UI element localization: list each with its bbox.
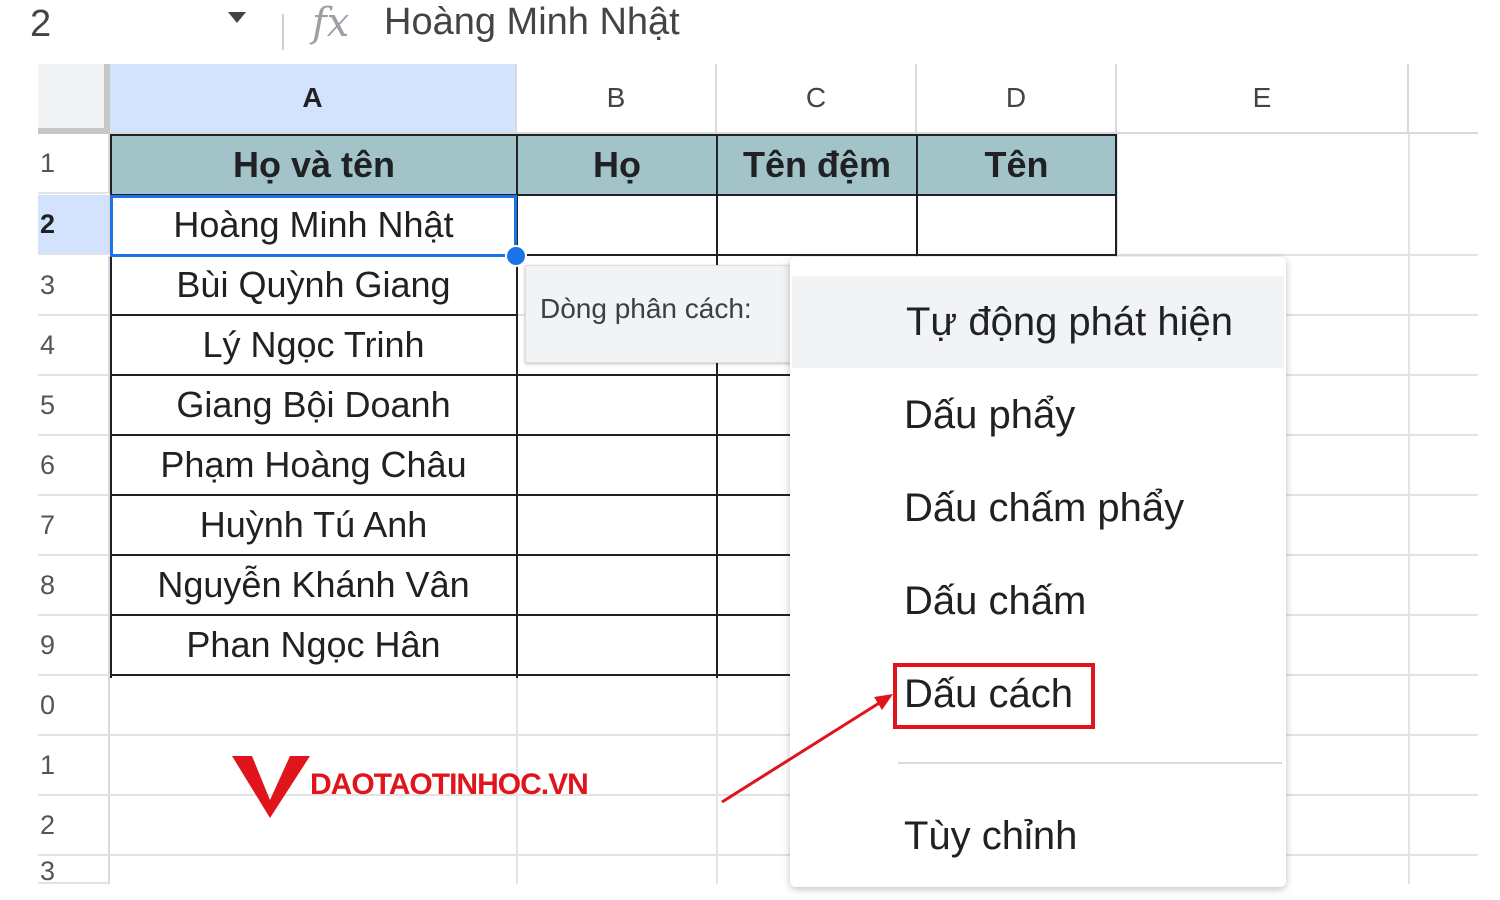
column-header-d[interactable]: D [917,64,1117,134]
row-header[interactable]: 8 [38,556,110,616]
formula-input[interactable]: Hoàng Minh Nhật [384,0,680,44]
name-cell[interactable]: Phan Ngọc Hân [110,616,517,674]
row-header[interactable]: 3 [38,256,110,316]
brand-logo-text: DAOTAOTINHOC.VN [310,768,589,801]
annotation-highlight-box [893,663,1095,729]
name-cell[interactable]: Nguyễn Khánh Vân [110,556,517,614]
row-header[interactable]: 1 [38,134,110,194]
header-cell-given-name[interactable]: Tên [916,134,1117,196]
row-header[interactable]: 1 [38,736,110,796]
menu-item-auto-detect[interactable]: Tự động phát hiện [792,276,1284,368]
name-cell[interactable]: Phạm Hoàng Châu [110,436,517,494]
divider [282,14,284,50]
row-header[interactable]: 5 [38,376,110,436]
row-header[interactable]: 3 [38,856,110,884]
row-header[interactable]: 4 [38,316,110,376]
menu-item-period[interactable]: Dấu chấm [790,555,1286,647]
separator-label: Dòng phân cách: [540,293,752,324]
table-border [1115,194,1117,256]
chevron-down-icon[interactable] [228,12,246,23]
fx-icon: fx [312,0,350,46]
column-header-a[interactable]: A [110,64,517,134]
menu-item-custom[interactable]: Tùy chỉnh [790,790,1286,882]
formula-bar [0,0,1500,62]
column-header-f[interactable] [1409,64,1478,134]
fill-handle[interactable] [505,245,527,267]
row-header[interactable]: 2 [38,195,110,255]
column-header-e[interactable]: E [1117,64,1409,134]
cell-selection [110,195,517,257]
row-header[interactable]: 6 [38,436,110,496]
column-header-b[interactable]: B [517,64,717,134]
menu-divider [898,762,1282,764]
header-cell-middle-name[interactable]: Tên đệm [716,134,918,196]
table-border [516,254,1117,256]
name-cell[interactable]: Huỳnh Tú Anh [110,496,517,554]
table-border [110,674,790,676]
select-all-corner[interactable] [38,64,110,134]
name-cell[interactable]: Giang Bội Doanh [110,376,517,434]
name-cell[interactable]: Bùi Quỳnh Giang [110,256,517,314]
column-header-c[interactable]: C [717,64,917,134]
row-header[interactable]: 9 [38,616,110,676]
menu-item-comma[interactable]: Dấu phẩy [790,369,1286,461]
menu-item-semicolon[interactable]: Dấu chấm phẩy [790,462,1286,554]
name-cell[interactable]: Lý Ngọc Trinh [110,316,517,374]
row-header[interactable]: 2 [38,796,110,856]
header-cell-full-name[interactable]: Họ và tên [110,134,518,196]
gridline [1408,134,1410,884]
header-cell-surname[interactable]: Họ [516,134,718,196]
name-box[interactable]: 2 [30,2,51,46]
table-border [916,194,918,256]
row-header[interactable]: 0 [38,676,110,736]
brand-logo-icon [232,756,310,818]
row-header[interactable]: 7 [38,496,110,556]
